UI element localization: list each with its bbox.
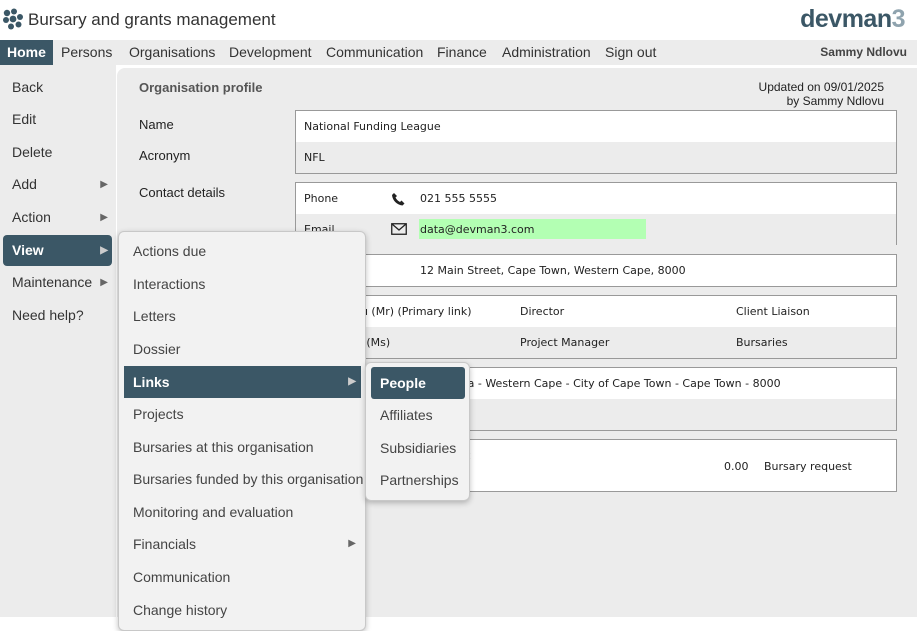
email-row: Email data@devman3.com	[296, 214, 896, 245]
brand-logo: devman3	[800, 5, 905, 34]
menu-item-actions-due[interactable]: Actions due	[124, 235, 361, 267]
phone-icon	[392, 193, 405, 206]
chevron-right-icon: ▶	[100, 245, 108, 256]
chevron-right-icon: ▶	[348, 376, 356, 387]
table-row[interactable]: ndu (Mr) (Primary link) Director Client …	[296, 296, 896, 327]
sidebar-item-edit[interactable]: Edit	[3, 104, 112, 135]
nav-administration[interactable]: Administration	[495, 40, 598, 65]
acronym-row: NFL	[296, 142, 896, 173]
nav-home[interactable]: Home	[0, 40, 53, 65]
contact-label: Contact details	[139, 185, 225, 200]
name-box: National Funding League NFL	[295, 110, 897, 174]
menu-item-change-history[interactable]: Change history	[124, 594, 361, 626]
current-user: Sammy Ndlovu	[820, 45, 907, 59]
chevron-right-icon: ▶	[100, 212, 108, 223]
menu-item-links[interactable]: Links ▶	[124, 366, 361, 398]
links-submenu: People Affiliates Subsidiaries Partnersh…	[365, 362, 470, 501]
submenu-item-partnerships[interactable]: Partnerships	[371, 464, 465, 496]
person-role: Director	[520, 305, 565, 318]
sidebar-item-label: View	[12, 242, 44, 258]
updated-date: Updated on 09/01/2025	[758, 80, 884, 94]
menu-item-interactions[interactable]: Interactions	[124, 268, 361, 300]
name-label: Name	[139, 117, 174, 132]
phone-number[interactable]: 021 555 5555	[420, 192, 497, 205]
updated-by: by Sammy Ndlovu	[786, 94, 884, 108]
table-row[interactable]: cie (Ms) Project Manager Bursaries	[296, 327, 896, 358]
phone-row: Phone 021 555 5555	[296, 183, 896, 214]
sidebar-item-label: Need help?	[12, 307, 84, 323]
acronym-label: Acronym	[139, 148, 191, 163]
brand-name: devman	[800, 5, 892, 33]
person-department: Bursaries	[736, 336, 788, 349]
page-title: Organisation profile	[139, 80, 263, 95]
submenu-item-subsidiaries[interactable]: Subsidiaries	[371, 432, 465, 464]
chevron-right-icon: ▶	[100, 179, 108, 190]
action-sidebar: Back Edit Delete Add ▶ Action ▶ View ▶ Main…	[0, 65, 116, 617]
email-address[interactable]: data@devman3.com	[420, 223, 534, 236]
menu-item-letters[interactable]: Letters	[124, 300, 361, 332]
brand-suffix: 3	[891, 5, 906, 33]
sidebar-item-label: Delete	[12, 144, 53, 160]
sidebar-item-help[interactable]: Need help?	[3, 300, 112, 331]
logo-icon	[3, 8, 23, 30]
nav-sign-out[interactable]: Sign out	[598, 40, 663, 65]
address-text: 12 Main Street, Cape Town, Western Cape,…	[420, 264, 686, 277]
submenu-item-people[interactable]: People	[371, 367, 465, 399]
nav-communication[interactable]: Communication	[319, 40, 430, 65]
sidebar-item-label: Maintenance	[12, 274, 93, 290]
org-acronym[interactable]: NFL	[304, 151, 325, 164]
submenu-item-affiliates[interactable]: Affiliates	[371, 399, 465, 431]
sidebar-item-action[interactable]: Action ▶	[3, 202, 112, 233]
sidebar-item-maintenance[interactable]: Maintenance ▶	[3, 267, 112, 298]
phone-label: Phone	[304, 192, 339, 205]
sidebar-item-view[interactable]: View ▶	[3, 235, 112, 266]
menu-item-bursaries-at-org[interactable]: Bursaries at this organisation	[124, 431, 361, 463]
menu-item-label: Links	[133, 374, 170, 390]
funding-amount: 0.00	[724, 460, 749, 473]
nav-organisations[interactable]: Organisations	[122, 40, 222, 65]
region-text: rica - Western Cape - City of Cape Town …	[454, 377, 781, 390]
sidebar-item-back[interactable]: Back	[3, 72, 112, 103]
menu-item-label: Financials	[133, 536, 197, 552]
app-title: Bursary and grants management	[28, 10, 276, 29]
sidebar-item-add[interactable]: Add ▶	[3, 169, 112, 200]
last-updated: Updated on 09/01/2025 by Sammy Ndlovu	[759, 80, 884, 108]
contact-box: Phone 021 555 5555 Email data@devman3.co…	[295, 182, 897, 245]
address-box: 12 Main Street, Cape Town, Western Cape,…	[295, 254, 897, 287]
funding-type: Bursary request	[764, 460, 852, 473]
nav-finance[interactable]: Finance	[430, 40, 494, 65]
address-row: 12 Main Street, Cape Town, Western Cape,…	[296, 255, 896, 286]
sidebar-item-label: Action	[12, 209, 51, 225]
person-department: Client Liaison	[736, 305, 810, 318]
menu-item-bursaries-funded[interactable]: Bursaries funded by this organisation	[124, 463, 363, 495]
org-name[interactable]: National Funding League	[304, 120, 441, 133]
sidebar-item-label: Edit	[12, 111, 37, 127]
menu-item-communication[interactable]: Communication	[124, 561, 361, 593]
name-row: National Funding League	[296, 111, 896, 142]
people-box: ndu (Mr) (Primary link) Director Client …	[295, 295, 897, 359]
menu-item-monitoring[interactable]: Monitoring and evaluation	[124, 496, 361, 528]
nav-persons[interactable]: Persons	[54, 40, 119, 65]
view-dropdown-menu: Actions due Interactions Letters Dossier…	[118, 231, 366, 631]
chevron-right-icon: ▶	[348, 538, 356, 549]
menu-item-financials[interactable]: Financials ▶	[124, 528, 361, 560]
menu-item-dossier[interactable]: Dossier	[124, 333, 361, 365]
person-role: Project Manager	[520, 336, 610, 349]
envelope-icon	[391, 223, 407, 235]
menu-item-projects[interactable]: Projects	[124, 398, 361, 430]
chevron-right-icon: ▶	[100, 277, 108, 288]
sidebar-item-delete[interactable]: Delete	[3, 137, 112, 168]
sidebar-item-label: Add	[12, 176, 37, 192]
main-nav: Home Persons Organisations Development C…	[0, 40, 917, 65]
app-header: Bursary and grants management devman3	[0, 0, 917, 40]
sidebar-item-label: Back	[12, 79, 44, 95]
nav-development[interactable]: Development	[222, 40, 319, 65]
